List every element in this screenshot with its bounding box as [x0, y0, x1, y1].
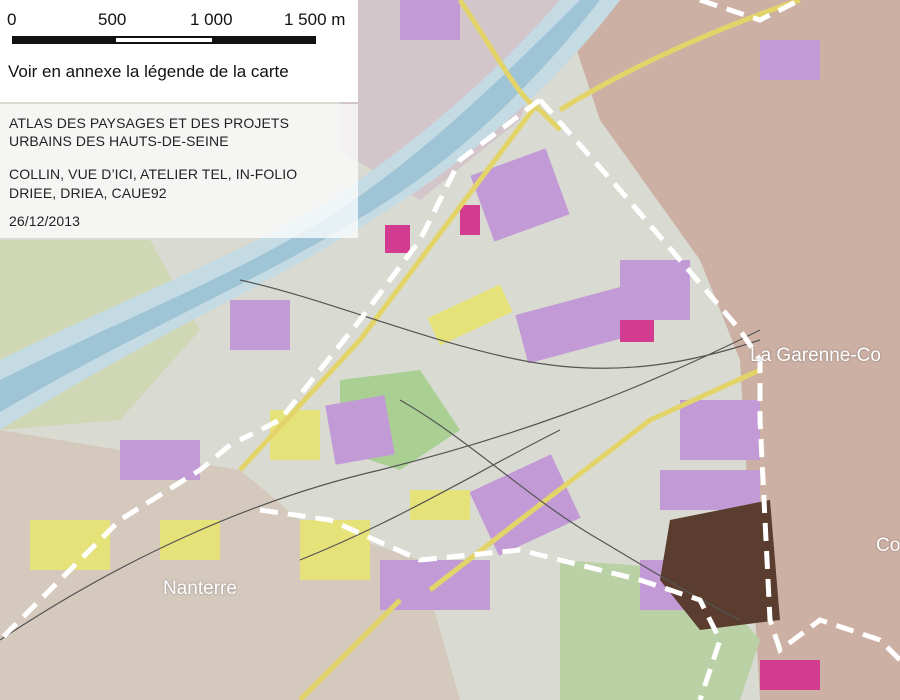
place-label-garenne: La Garenne-Co: [750, 345, 881, 366]
atlas-title-line1: ATLAS DES PAYSAGES ET DES PROJETS: [9, 115, 290, 131]
place-label-edge: Co: [876, 535, 900, 556]
map-view[interactable]: 0 500 1 000 1 500 m Voir en annexe la lé…: [0, 0, 900, 700]
highlight-building: [385, 225, 410, 253]
scale-bar-segment: [116, 38, 212, 42]
scale-label-1000: 1 000: [190, 10, 233, 29]
scale-label-0: 0: [7, 10, 17, 29]
atlas-title-line2: URBAINS DES HAUTS-DE-SEINE: [9, 133, 229, 149]
atlas-authors-line2: DRIEE, DRIEA, CAUE92: [9, 185, 167, 201]
scale-bar: [12, 36, 316, 44]
highlight-building: [460, 205, 480, 235]
highlight-building: [620, 320, 654, 342]
atlas-authors-line1: COLLIN, VUE D’ICI, ATELIER TEL, IN-FOLIO: [9, 166, 298, 182]
scale-label-500: 500: [98, 10, 127, 29]
scale-label-1500: 1 500 m: [284, 10, 346, 29]
scale-panel: 0 500 1 000 1 500 m Voir en annexe la lé…: [0, 0, 358, 102]
atlas-date: 26/12/2013: [9, 213, 81, 229]
highlight-building: [760, 660, 820, 690]
place-label-nanterre: Nanterre: [163, 578, 237, 599]
legend-note: Voir en annexe la légende de la carte: [8, 62, 289, 81]
atlas-info-panel: ATLAS DES PAYSAGES ET DES PROJETS URBAIN…: [0, 104, 358, 238]
